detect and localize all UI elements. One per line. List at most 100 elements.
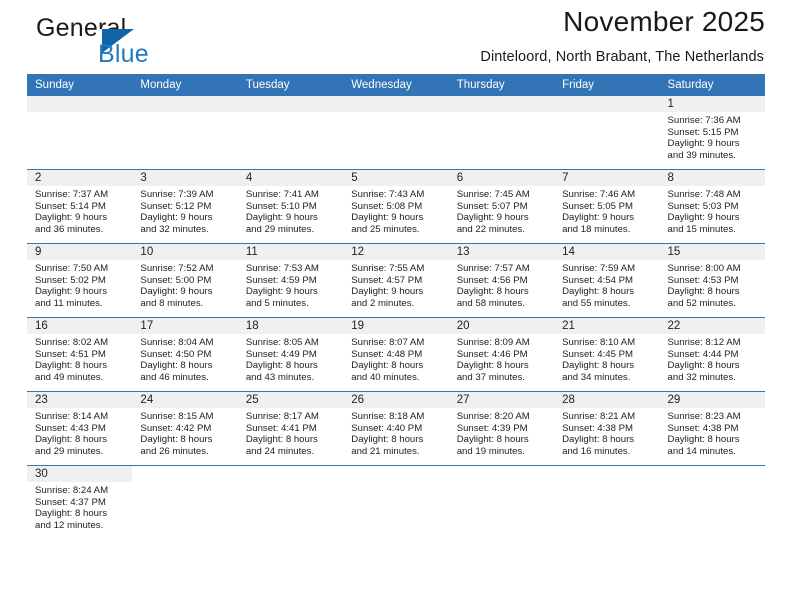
day-number xyxy=(448,96,555,112)
day-cell-inner xyxy=(132,96,238,169)
day-detail-line: Sunrise: 7:52 AM xyxy=(140,263,214,274)
day-detail-line: Sunset: 4:44 PM xyxy=(667,348,739,360)
day-cell[interactable]: 6 Sunrise: 7:45 AM Sunset: 5:07 PM Daylight… xyxy=(448,169,555,244)
day-details: Sunrise: 8:23 AM Sunset: 4:38 PM Daylight:… xyxy=(660,408,765,457)
day-detail-line: Daylight: 8 hours xyxy=(456,286,529,298)
page-title: November 2025 xyxy=(563,6,765,37)
day-cell-inner xyxy=(237,96,344,169)
day-details xyxy=(238,112,343,115)
day-detail-line: Daylight: 8 hours xyxy=(562,286,635,298)
day-cell[interactable]: 14 Sunrise: 7:59 AM Sunset: 4:54 PM Dayligh… xyxy=(554,243,660,318)
day-cell-inner: 23 Sunrise: 8:14 AM Sunset: 4:43 PM Dayligh… xyxy=(27,392,133,465)
day-cell[interactable]: 3 Sunrise: 7:39 AM Sunset: 5:12 PM Daylight… xyxy=(132,169,238,244)
day-detail-line: Sunset: 4:56 PM xyxy=(456,274,528,286)
day-cell[interactable]: 12 Sunrise: 7:55 AM Sunset: 4:57 PM Dayligh… xyxy=(343,243,449,318)
day-cell[interactable]: 20 Sunrise: 8:09 AM Sunset: 4:46 PM Dayligh… xyxy=(448,317,555,392)
day-cell[interactable]: 24 Sunrise: 8:15 AM Sunset: 4:42 PM Dayligh… xyxy=(132,391,238,466)
calendar-page: General Blue November 2025 Dinteloord, N… xyxy=(0,0,792,612)
day-details: Sunrise: 7:53 AM Sunset: 4:59 PM Daylight:… xyxy=(238,260,343,309)
day-detail-line: Daylight: 9 hours xyxy=(245,212,318,224)
day-cell[interactable]: 17 Sunrise: 8:04 AM Sunset: 4:50 PM Dayligh… xyxy=(132,317,238,392)
day-detail-line: Daylight: 8 hours xyxy=(562,434,635,446)
day-cell[interactable]: 13 Sunrise: 7:57 AM Sunset: 4:56 PM Dayligh… xyxy=(448,243,555,318)
day-detail-line: Sunset: 5:07 PM xyxy=(456,200,528,212)
day-number: 12 xyxy=(343,244,449,260)
day-number: 14 xyxy=(554,244,660,260)
day-detail-line: Sunrise: 7:57 AM xyxy=(456,263,530,274)
day-detail-line: Sunset: 4:50 PM xyxy=(140,348,212,360)
day-cell-inner: 26 Sunrise: 8:18 AM Sunset: 4:40 PM Dayligh… xyxy=(343,392,449,465)
day-cell-inner: 15 Sunrise: 8:00 AM Sunset: 4:53 PM Dayligh… xyxy=(659,244,765,317)
day-cell[interactable]: 28 Sunrise: 8:21 AM Sunset: 4:38 PM Dayligh… xyxy=(554,391,660,466)
day-cell-inner xyxy=(132,466,238,539)
day-detail-line: Sunrise: 7:50 AM xyxy=(35,263,109,274)
day-cell[interactable]: 1 Sunrise: 7:36 AM Sunset: 5:15 PM Daylight… xyxy=(659,96,765,170)
day-cell-inner: 24 Sunrise: 8:15 AM Sunset: 4:42 PM Dayligh… xyxy=(132,392,238,465)
day-detail-line: Daylight: 9 hours xyxy=(562,212,635,224)
day-cell[interactable]: 26 Sunrise: 8:18 AM Sunset: 4:40 PM Dayligh… xyxy=(343,391,449,466)
day-cell-inner xyxy=(448,96,555,169)
day-detail-line: Sunset: 4:38 PM xyxy=(562,422,634,434)
weekday-header-saturday: Saturday xyxy=(659,74,765,96)
day-cell[interactable]: 23 Sunrise: 8:14 AM Sunset: 4:43 PM Dayligh… xyxy=(27,391,133,466)
day-cell[interactable]: 4 Sunrise: 7:41 AM Sunset: 5:10 PM Daylight… xyxy=(237,169,344,244)
day-cell-inner: 10 Sunrise: 7:52 AM Sunset: 5:00 PM Dayligh… xyxy=(132,244,238,317)
day-detail-line: Daylight: 9 hours xyxy=(456,212,529,224)
day-detail-line: and 58 minutes. xyxy=(456,297,525,309)
calendar-week-row: 23 Sunrise: 8:14 AM Sunset: 4:43 PM Dayligh… xyxy=(27,391,765,466)
day-detail-line: Daylight: 8 hours xyxy=(667,360,740,372)
day-detail-line: and 43 minutes. xyxy=(245,371,315,383)
day-detail-line: Sunset: 4:45 PM xyxy=(562,348,634,360)
day-detail-line: Sunrise: 7:53 AM xyxy=(245,263,319,274)
day-cell[interactable]: 11 Sunrise: 7:53 AM Sunset: 4:59 PM Dayligh… xyxy=(237,243,344,318)
calendar-body: 1 Sunrise: 7:36 AM Sunset: 5:15 PM Daylight… xyxy=(27,96,765,539)
day-cell[interactable]: 10 Sunrise: 7:52 AM Sunset: 5:00 PM Dayligh… xyxy=(132,243,238,318)
day-detail-line: Daylight: 8 hours xyxy=(456,434,529,446)
day-cell[interactable]: 7 Sunrise: 7:46 AM Sunset: 5:05 PM Daylight… xyxy=(554,169,660,244)
empty-day-cell xyxy=(448,465,555,539)
day-details: Sunrise: 7:59 AM Sunset: 4:54 PM Daylight:… xyxy=(554,260,659,309)
day-detail-line: Sunrise: 8:12 AM xyxy=(667,337,741,348)
day-cell[interactable]: 2 Sunrise: 7:37 AM Sunset: 5:14 PM Daylight… xyxy=(27,169,133,244)
brand-logo: General Blue xyxy=(36,14,216,72)
day-cell[interactable]: 19 Sunrise: 8:07 AM Sunset: 4:48 PM Dayligh… xyxy=(343,317,449,392)
day-cell[interactable]: 8 Sunrise: 7:48 AM Sunset: 5:03 PM Daylight… xyxy=(659,169,765,244)
day-cell-inner: 11 Sunrise: 7:53 AM Sunset: 4:59 PM Dayligh… xyxy=(237,244,344,317)
day-cell-inner: 12 Sunrise: 7:55 AM Sunset: 4:57 PM Dayligh… xyxy=(343,244,449,317)
day-detail-line: Daylight: 9 hours xyxy=(140,286,213,298)
day-detail-line: and 2 minutes. xyxy=(351,297,415,309)
day-cell[interactable]: 18 Sunrise: 8:05 AM Sunset: 4:49 PM Dayligh… xyxy=(237,317,344,392)
day-cell[interactable]: 21 Sunrise: 8:10 AM Sunset: 4:45 PM Dayligh… xyxy=(554,317,660,392)
day-cell-inner xyxy=(237,466,344,539)
day-cell[interactable]: 5 Sunrise: 7:43 AM Sunset: 5:08 PM Daylight… xyxy=(343,169,449,244)
day-detail-line: Sunrise: 7:46 AM xyxy=(562,189,636,200)
day-detail-line: and 40 minutes. xyxy=(351,371,420,383)
day-details xyxy=(449,482,554,485)
day-number xyxy=(237,96,344,112)
day-cell[interactable]: 27 Sunrise: 8:20 AM Sunset: 4:39 PM Dayligh… xyxy=(448,391,555,466)
day-detail-line: Sunset: 4:42 PM xyxy=(140,422,212,434)
day-cell[interactable]: 25 Sunrise: 8:17 AM Sunset: 4:41 PM Dayligh… xyxy=(237,391,344,466)
day-detail-line: and 11 minutes. xyxy=(35,297,103,309)
day-details xyxy=(132,112,237,115)
day-number: 18 xyxy=(237,318,344,334)
calendar-week-row: 9 Sunrise: 7:50 AM Sunset: 5:02 PM Daylight… xyxy=(27,243,765,318)
day-number xyxy=(343,96,449,112)
day-cell[interactable]: 16 Sunrise: 8:02 AM Sunset: 4:51 PM Dayligh… xyxy=(27,317,133,392)
day-cell-inner xyxy=(343,96,449,169)
day-number: 24 xyxy=(132,392,238,408)
day-detail-line: Sunset: 4:48 PM xyxy=(351,348,423,360)
day-number: 11 xyxy=(237,244,344,260)
calendar-week-row: 16 Sunrise: 8:02 AM Sunset: 4:51 PM Dayligh… xyxy=(27,317,765,392)
day-detail-line: Daylight: 8 hours xyxy=(351,360,424,372)
day-detail-line: Sunrise: 8:24 AM xyxy=(35,485,109,496)
day-detail-line: Sunrise: 8:15 AM xyxy=(140,411,214,422)
day-cell[interactable]: 15 Sunrise: 8:00 AM Sunset: 4:53 PM Dayligh… xyxy=(659,243,765,318)
day-details: Sunrise: 8:21 AM Sunset: 4:38 PM Daylight:… xyxy=(554,408,659,457)
day-cell[interactable]: 22 Sunrise: 8:12 AM Sunset: 4:44 PM Dayligh… xyxy=(659,317,765,392)
day-detail-line: Sunrise: 7:48 AM xyxy=(667,189,741,200)
day-cell[interactable]: 30 Sunrise: 8:24 AM Sunset: 4:37 PM Dayligh… xyxy=(27,465,133,539)
day-cell[interactable]: 29 Sunrise: 8:23 AM Sunset: 4:38 PM Dayligh… xyxy=(659,391,765,466)
day-number xyxy=(237,466,344,482)
day-cell[interactable]: 9 Sunrise: 7:50 AM Sunset: 5:02 PM Daylight… xyxy=(27,243,133,318)
